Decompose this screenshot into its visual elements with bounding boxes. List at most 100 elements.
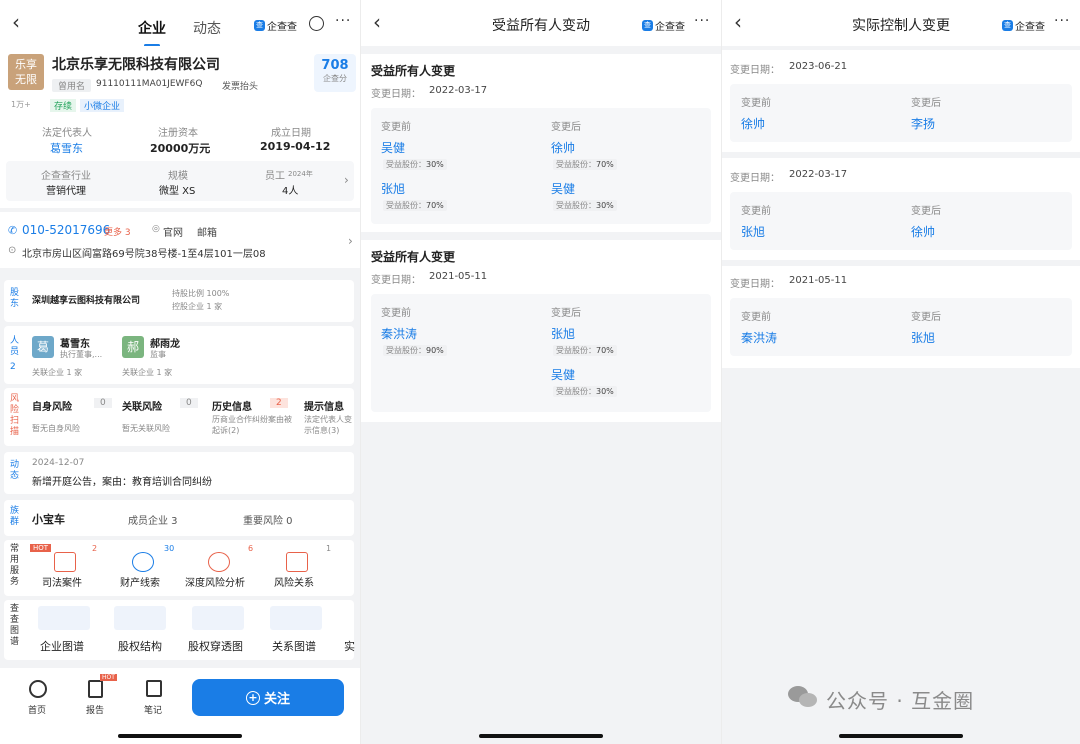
- change-record: 受益所有人变更 变更日期： 2021-05-11 变更前 变更后 秦洪涛 受益股…: [361, 240, 721, 422]
- phone-icon: ✆: [8, 224, 18, 237]
- home-label[interactable]: 首页: [28, 703, 46, 716]
- notes-icon[interactable]: [146, 680, 162, 697]
- share-pct-value: 70%: [596, 346, 614, 355]
- share-pct-label: 受益股份：: [386, 160, 426, 169]
- person-name[interactable]: 郝雨龙: [150, 335, 180, 350]
- person-link[interactable]: 秦洪涛: [381, 325, 417, 342]
- share-pct-value: 70%: [596, 160, 614, 169]
- shareholder-section[interactable]: 股东 深圳越享云图科技有限公司 持股比例 100% 控股企业 1 家: [4, 280, 354, 322]
- risk-desc: 暂无关联风险: [122, 424, 170, 433]
- scale-value: 微型 XS: [159, 186, 196, 197]
- person-link[interactable]: 张旭: [911, 329, 935, 346]
- risk-title[interactable]: 关联风险: [122, 398, 162, 413]
- share-pct-label: 受益股份：: [556, 387, 596, 396]
- dynamic-section[interactable]: 动态 2024-12-07 新增开庭公告，案由：教育培训合同纠纷: [4, 452, 354, 494]
- person-link[interactable]: 张旭: [381, 180, 405, 197]
- risk-title[interactable]: 自身风险: [32, 398, 72, 413]
- person-link[interactable]: 张旭: [741, 223, 765, 240]
- person-link[interactable]: 李扬: [911, 115, 935, 132]
- plus-circle-icon: +: [245, 690, 260, 705]
- change-date: 2021-05-11: [429, 271, 488, 282]
- graph-equity[interactable]: 股权结构: [118, 638, 162, 654]
- more-icon[interactable]: ···: [1054, 13, 1070, 29]
- view-count: 1万+: [11, 100, 31, 109]
- person-name[interactable]: 葛雪东: [60, 335, 90, 350]
- industry-row[interactable]: 企查查行业 营销代理 规模 微型 XS 员工 2024年 4人 ›: [6, 161, 354, 201]
- website-icon: ◎: [152, 224, 160, 234]
- before-label: 变更前: [741, 206, 771, 217]
- group-section[interactable]: 族群 小宝车 成员企业 3 重要风险 0: [4, 500, 354, 536]
- phone-number[interactable]: 010-52017696: [22, 223, 110, 237]
- people-section[interactable]: 人员 2 葛 葛雪东 执行董事,... 关联企业 1 家 郝 郝雨龙 监事 关联…: [4, 326, 354, 384]
- dynamic-text[interactable]: 新增开庭公告，案由：教育培训合同纠纷: [32, 473, 212, 488]
- change-date: 2022-03-17: [429, 85, 488, 96]
- score-value: 708: [321, 58, 349, 73]
- controller-change-record: 变更日期： 2023-06-21 变更前 变更后 徐帅 李扬: [722, 50, 1080, 152]
- person-link[interactable]: 张旭: [551, 325, 575, 342]
- graph-more[interactable]: 实: [344, 638, 355, 654]
- report-label[interactable]: 报告: [86, 703, 104, 716]
- shareholder-related: 控股企业 1 家: [172, 302, 223, 311]
- service-asset[interactable]: 财产线索: [120, 574, 160, 589]
- legal-rep-value[interactable]: 葛雪东: [50, 140, 83, 156]
- person-link[interactable]: 徐帅: [911, 223, 935, 240]
- search-icon[interactable]: [309, 16, 324, 31]
- group-risks: 重要风险 0: [243, 516, 293, 527]
- home-indicator: [118, 734, 242, 738]
- follow-button[interactable]: + 关注: [192, 679, 344, 716]
- shareholder-name[interactable]: 深圳越享云图科技有限公司: [32, 293, 140, 306]
- change-detail-box: 变更前 变更后 吴健 受益股份：30% 张旭 受益股份：70% 徐帅 受益股份：…: [371, 108, 711, 224]
- before-label: 变更前: [381, 122, 411, 133]
- email-link[interactable]: 邮箱: [197, 224, 217, 239]
- person-link[interactable]: 秦洪涛: [741, 329, 777, 346]
- graphs-label: 查查图谱: [10, 604, 20, 647]
- person-link[interactable]: 吴健: [551, 366, 575, 383]
- phone-more-link[interactable]: 更多 3: [104, 225, 131, 238]
- risk-desc: 历商业合作纠纷案由被起诉(2): [212, 415, 292, 435]
- person-link[interactable]: 吴健: [381, 139, 405, 156]
- person-link[interactable]: 徐帅: [741, 115, 765, 132]
- risk-title[interactable]: 历史信息: [212, 398, 252, 413]
- score-box[interactable]: 708 企查分: [314, 54, 356, 92]
- more-icon[interactable]: ···: [694, 13, 710, 29]
- tab-dynamics[interactable]: 动态: [193, 18, 221, 38]
- shareholder-label: 股东: [10, 288, 20, 309]
- website-link[interactable]: 官网: [163, 224, 183, 239]
- person-link[interactable]: 徐帅: [551, 139, 575, 156]
- home-indicator: [479, 734, 603, 738]
- notes-label[interactable]: 笔记: [144, 703, 162, 716]
- chevron-right-icon: ›: [344, 173, 349, 187]
- more-icon[interactable]: ···: [335, 13, 351, 29]
- home-icon[interactable]: [29, 680, 47, 698]
- qcc-logo: 查企查查: [1002, 18, 1045, 33]
- service-judicial[interactable]: 司法案件: [42, 574, 82, 589]
- graph-enterprise[interactable]: 企业图谱: [40, 638, 84, 654]
- avatar[interactable]: 郝: [122, 336, 144, 358]
- former-name-tag[interactable]: 曾用名: [52, 79, 92, 92]
- share-pct-value: 30%: [596, 387, 614, 396]
- share-pct-value: 70%: [426, 201, 444, 210]
- tab-company[interactable]: 企业: [138, 18, 166, 47]
- address-text[interactable]: 北京市房山区阎富路69号院38号楼-1至4层101一层08: [22, 245, 266, 260]
- graph-penetration[interactable]: 股权穿透图: [188, 638, 243, 654]
- graph-relation[interactable]: 关系图谱: [272, 638, 316, 654]
- risk-count: 0: [180, 398, 198, 408]
- service-deep-risk[interactable]: 深度风险分析: [185, 574, 245, 589]
- service-risk-relation[interactable]: 风险关系: [274, 574, 314, 589]
- record-heading: 受益所有人变更: [371, 64, 456, 78]
- change-detail-box: 变更前 变更后 秦洪涛 张旭: [730, 298, 1072, 356]
- beneficial-owner-change-screen: ‹ 受益所有人变动 查企查查 ··· 受益所有人变更 变更日期： 2022-03…: [361, 0, 721, 744]
- found-date-label: 成立日期: [271, 128, 311, 139]
- report-icon[interactable]: [88, 680, 103, 698]
- after-label: 变更后: [911, 312, 941, 323]
- risk-title[interactable]: 提示信息: [304, 398, 344, 413]
- person-link[interactable]: 吴健: [551, 180, 575, 197]
- invoice-link[interactable]: 发票抬头: [222, 79, 258, 92]
- avatar[interactable]: 葛: [32, 336, 54, 358]
- share-pct-label: 受益股份：: [556, 160, 596, 169]
- group-name[interactable]: 小宝车: [32, 511, 65, 527]
- service-count: 30: [164, 544, 175, 553]
- risk-section[interactable]: 风险扫描 自身风险 0 暂无自身风险 关联风险 0 暂无关联风险 历史信息 2 …: [4, 388, 354, 446]
- back-icon[interactable]: ‹: [12, 12, 20, 32]
- date-label: 变更日期：: [730, 279, 780, 290]
